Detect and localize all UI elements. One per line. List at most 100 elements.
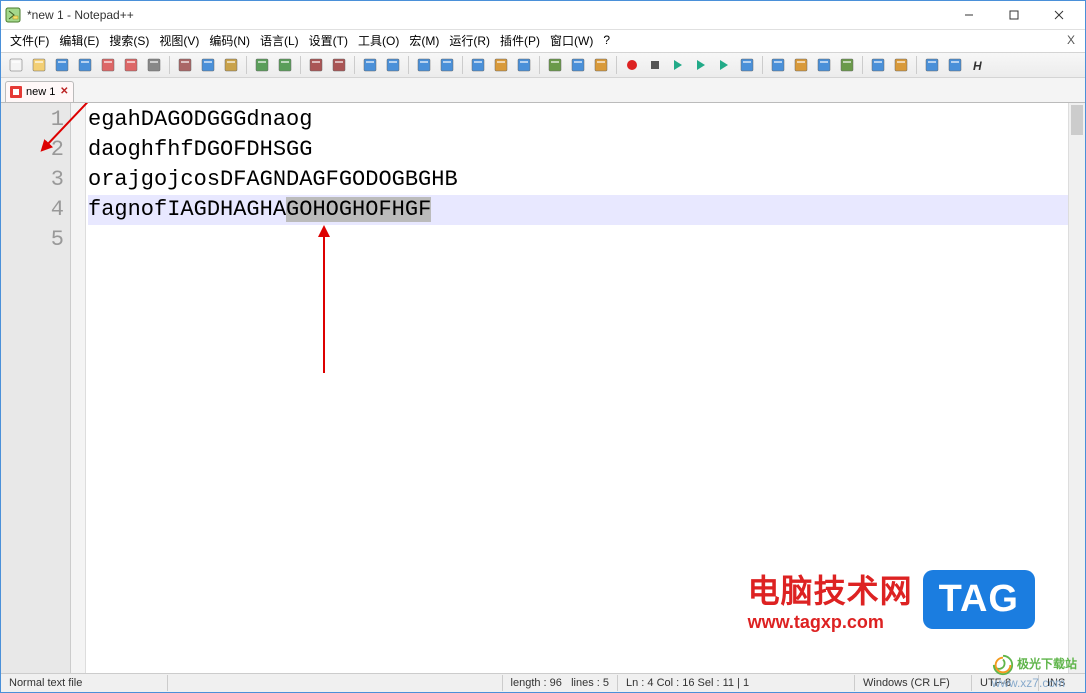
- toolbar-sync-v-icon[interactable]: [414, 55, 434, 75]
- status-bar: Normal text file length : 96 lines : 5 L…: [1, 673, 1085, 692]
- toolbar-all-chars-icon[interactable]: [491, 55, 511, 75]
- title-bar: *new 1 - Notepad++: [1, 1, 1085, 30]
- menu-edit[interactable]: 编辑(E): [54, 31, 104, 50]
- toolbar-wrap-icon[interactable]: [468, 55, 488, 75]
- toolbar-redo-icon[interactable]: [275, 55, 295, 75]
- toolbar-hide-icon[interactable]: [922, 55, 942, 75]
- toolbar-separator: [246, 56, 247, 74]
- toolbar: H: [1, 52, 1085, 78]
- toolbar-bold-icon[interactable]: H: [968, 55, 988, 75]
- toolbar-paste-icon[interactable]: [221, 55, 241, 75]
- app-icon: [5, 7, 21, 23]
- toolbar-play-icon[interactable]: [668, 55, 688, 75]
- status-length: length : 96 lines : 5: [503, 675, 618, 691]
- text-line[interactable]: fagnofIAGDHAGHAGOHOGHOFHGF: [88, 195, 1068, 225]
- toolbar-show-icon[interactable]: [945, 55, 965, 75]
- text-area[interactable]: egahDAGODGGGdnaogdaoghfhfDGOFDHSGGorajgo…: [86, 103, 1068, 673]
- selection: GOHOGHOFHGF: [286, 197, 431, 222]
- toolbar-lang-icon[interactable]: [545, 55, 565, 75]
- menu-help[interactable]: ?: [598, 32, 615, 48]
- menu-search[interactable]: 搜索(S): [104, 31, 154, 50]
- menu-close-x[interactable]: X: [1061, 33, 1081, 47]
- close-button[interactable]: [1036, 1, 1081, 29]
- toolbar-monitor-icon[interactable]: [591, 55, 611, 75]
- toolbar-separator: [169, 56, 170, 74]
- tab-bar: new 1 ✕: [1, 78, 1085, 103]
- status-ovr: INS: [1039, 675, 1085, 691]
- toolbar-fast-forward-icon[interactable]: [714, 55, 734, 75]
- toolbar-separator: [539, 56, 540, 74]
- toolbar-separator: [300, 56, 301, 74]
- line-number: 1: [1, 105, 64, 135]
- toolbar-toggle-3-icon[interactable]: [814, 55, 834, 75]
- tab-close-icon[interactable]: ✕: [59, 87, 69, 97]
- svg-text:H: H: [973, 59, 982, 72]
- fold-column: [71, 103, 86, 673]
- menu-encoding[interactable]: 编码(N): [204, 31, 255, 50]
- text-line[interactable]: egahDAGODGGGdnaog: [88, 105, 1068, 135]
- editor: 12345 egahDAGODGGGdnaogdaoghfhfDGOFDHSGG…: [1, 103, 1085, 673]
- menu-view[interactable]: 视图(V): [154, 31, 204, 50]
- toolbar-print-icon[interactable]: [144, 55, 164, 75]
- menu-bar: 文件(F) 编辑(E) 搜索(S) 视图(V) 编码(N) 语言(L) 设置(T…: [1, 30, 1085, 52]
- line-number: 5: [1, 225, 64, 255]
- toolbar-separator: [616, 56, 617, 74]
- maximize-button[interactable]: [991, 1, 1036, 29]
- toolbar-stop-icon[interactable]: [645, 55, 665, 75]
- toolbar-save-icon[interactable]: [52, 55, 72, 75]
- toolbar-separator: [408, 56, 409, 74]
- toolbar-separator: [762, 56, 763, 74]
- toolbar-save-all-icon[interactable]: [75, 55, 95, 75]
- toolbar-zoom-out-icon[interactable]: [383, 55, 403, 75]
- line-gutter: 12345: [1, 103, 71, 673]
- toolbar-separator: [862, 56, 863, 74]
- toolbar-open-icon[interactable]: [29, 55, 49, 75]
- toolbar-close-all-icon[interactable]: [121, 55, 141, 75]
- toolbar-undo-icon[interactable]: [252, 55, 272, 75]
- toolbar-collapse-icon[interactable]: [868, 55, 888, 75]
- tab-new-1[interactable]: new 1 ✕: [5, 81, 74, 102]
- status-eol: Windows (CR LF): [855, 675, 972, 691]
- toolbar-toggle-4-icon[interactable]: [837, 55, 857, 75]
- text-line[interactable]: orajgojcosDFAGNDAGFGODOGBGHB: [88, 165, 1068, 195]
- text-line[interactable]: daoghfhfDGOFDHSGG: [88, 135, 1068, 165]
- line-number: 3: [1, 165, 64, 195]
- toolbar-indent-icon[interactable]: [514, 55, 534, 75]
- scroll-thumb[interactable]: [1071, 105, 1083, 135]
- line-number: 4: [1, 195, 64, 225]
- menu-language[interactable]: 语言(L): [255, 31, 304, 50]
- toolbar-separator: [916, 56, 917, 74]
- menu-plugins[interactable]: 插件(P): [495, 31, 545, 50]
- toolbar-replace-icon[interactable]: [329, 55, 349, 75]
- toolbar-separator: [462, 56, 463, 74]
- toolbar-eol-icon[interactable]: [568, 55, 588, 75]
- vertical-scrollbar[interactable]: [1068, 103, 1085, 673]
- toolbar-record-icon[interactable]: [622, 55, 642, 75]
- toolbar-separator: [354, 56, 355, 74]
- menu-window[interactable]: 窗口(W): [545, 31, 598, 50]
- toolbar-new-icon[interactable]: [6, 55, 26, 75]
- toolbar-toggle-2-icon[interactable]: [791, 55, 811, 75]
- status-position: Ln : 4 Col : 16 Sel : 11 | 1: [618, 675, 855, 691]
- status-encoding: UTF-8: [972, 675, 1039, 691]
- toolbar-zoom-in-icon[interactable]: [360, 55, 380, 75]
- menu-settings[interactable]: 设置(T): [304, 31, 353, 50]
- toolbar-expand-icon[interactable]: [891, 55, 911, 75]
- menu-run[interactable]: 运行(R): [444, 31, 495, 50]
- toolbar-play-multi-icon[interactable]: [691, 55, 711, 75]
- toolbar-next-icon[interactable]: [737, 55, 757, 75]
- window-title: *new 1 - Notepad++: [27, 8, 946, 22]
- line-number: 2: [1, 135, 64, 165]
- toolbar-cut-icon[interactable]: [175, 55, 195, 75]
- toolbar-find-icon[interactable]: [306, 55, 326, 75]
- toolbar-toggle-1-icon[interactable]: [768, 55, 788, 75]
- dirty-doc-icon: [10, 86, 22, 98]
- menu-macro[interactable]: 宏(M): [404, 31, 444, 50]
- menu-file[interactable]: 文件(F): [5, 31, 54, 50]
- toolbar-close-icon[interactable]: [98, 55, 118, 75]
- status-spacer: [168, 675, 503, 691]
- menu-tools[interactable]: 工具(O): [353, 31, 404, 50]
- toolbar-sync-h-icon[interactable]: [437, 55, 457, 75]
- minimize-button[interactable]: [946, 1, 991, 29]
- toolbar-copy-icon[interactable]: [198, 55, 218, 75]
